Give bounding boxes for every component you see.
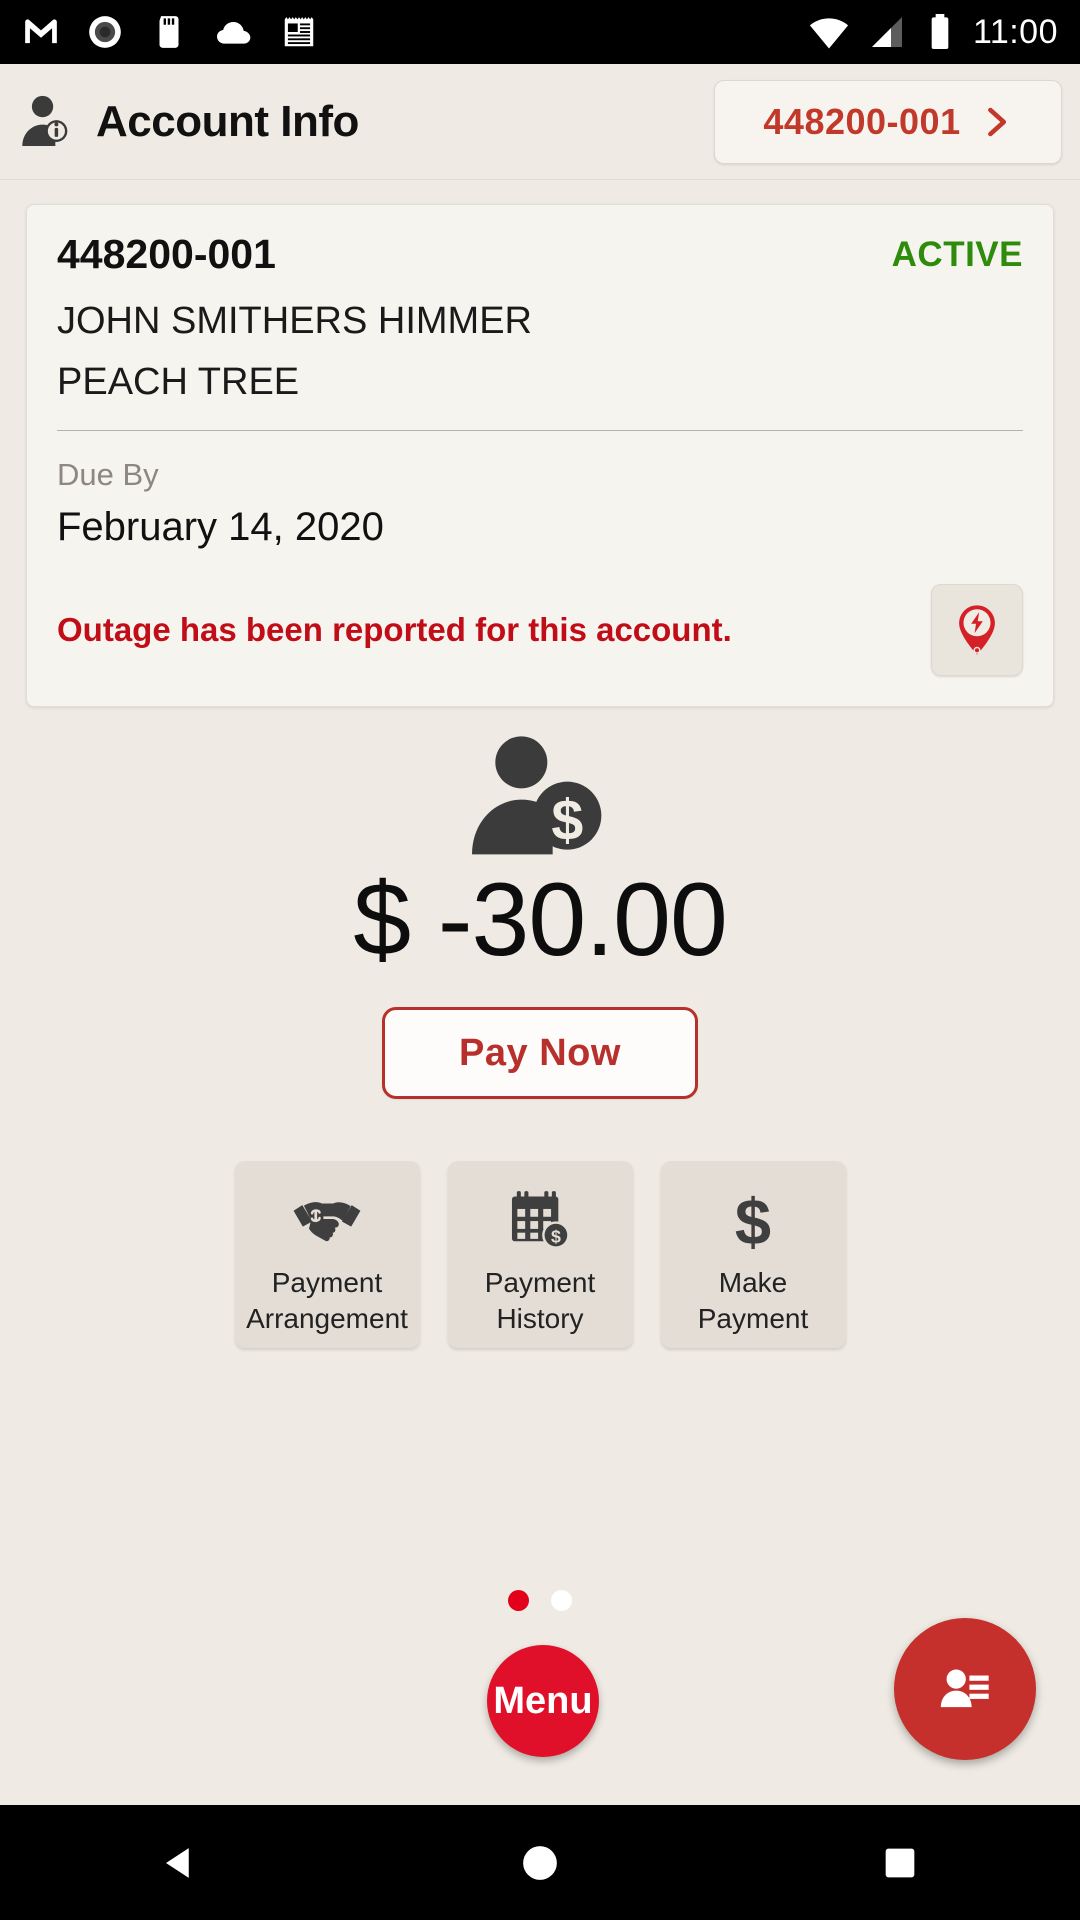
balance-section: $ $ -30.00 Pay Now	[0, 730, 1080, 1100]
status-bar-left-icons	[22, 12, 318, 52]
account-selector-chip[interactable]: 448200-001	[714, 79, 1062, 164]
tile-label-line1: Make	[718, 1267, 788, 1298]
chevron-right-icon	[987, 107, 1006, 136]
quick-actions: Payment Arrangement $ Payment History $ …	[0, 1161, 1080, 1348]
tile-label-line2: Payment	[697, 1302, 809, 1334]
pager-dots	[0, 1590, 1080, 1611]
tile-make-payment[interactable]: $ Make Payment	[660, 1161, 846, 1348]
card-divider	[57, 430, 1023, 431]
tile-label-line1: Payment	[484, 1267, 596, 1298]
customer-name: JOHN SMITHERS HIMMER	[57, 300, 532, 342]
handshake-icon	[293, 1202, 361, 1242]
tile-payment-arrangement[interactable]: Payment Arrangement	[234, 1161, 420, 1348]
contact-fab[interactable]	[894, 1618, 1036, 1760]
gmail-icon	[25, 19, 57, 44]
news-icon	[284, 17, 314, 47]
nav-home-button[interactable]	[450, 1805, 630, 1920]
cloud-icon	[217, 22, 251, 44]
outage-message: Outage has been reported for this accoun…	[57, 611, 732, 648]
svg-text:$: $	[551, 1227, 561, 1247]
svg-text:$: $	[551, 789, 583, 853]
menu-fab[interactable]: Menu	[487, 1645, 599, 1757]
tile-icon-wrap: $	[507, 1185, 573, 1255]
pay-now-label: Pay Now	[459, 1031, 621, 1074]
account-summary-card[interactable]: 448200-001 ACTIVE JOHN SMITHERS HIMMER P…	[26, 204, 1054, 707]
due-by-date: February 14, 2020	[57, 505, 384, 549]
pager-dot-inactive[interactable]	[551, 1590, 572, 1611]
tile-icon-wrap: $	[728, 1185, 778, 1255]
status-badge: ACTIVE	[891, 234, 1023, 274]
account-number: 448200-001	[57, 231, 276, 277]
tile-label: Payment Arrangement	[246, 1265, 408, 1337]
balance-amount: $ -30.00	[353, 862, 728, 978]
outage-report-button[interactable]	[931, 584, 1023, 676]
tile-label: Make Payment	[698, 1265, 809, 1337]
account-card-header: 448200-001 ACTIVE	[57, 231, 1023, 278]
account-info-icon	[22, 95, 68, 146]
tile-payment-history[interactable]: $ Payment History	[447, 1161, 633, 1348]
back-triangle-icon	[166, 1847, 189, 1878]
tile-label: Payment History	[485, 1265, 596, 1337]
app-screen: 11:00 Account Info 448200-001 448200-001	[0, 0, 1080, 1920]
recents-square-icon	[885, 1848, 915, 1877]
tile-icon-wrap	[291, 1185, 363, 1255]
account-selector-label: 448200-001	[763, 100, 961, 142]
service-address: PEACH TREE	[57, 361, 300, 403]
due-by-label: Due By	[57, 457, 159, 492]
tile-label-line1: Payment	[271, 1267, 383, 1298]
status-bar: 11:00	[0, 0, 1080, 64]
system-nav-bar	[0, 1805, 1080, 1920]
nav-recents-button[interactable]	[810, 1805, 990, 1920]
home-circle-icon	[523, 1845, 557, 1880]
menu-fab-label: Menu	[493, 1679, 593, 1722]
status-bar-right-icons: 11:00	[807, 10, 1058, 54]
app-bar: Account Info 448200-001	[0, 64, 1080, 180]
pager-dot-active[interactable]	[508, 1590, 529, 1611]
sd-card-icon	[159, 16, 179, 48]
contact-card-icon	[940, 1669, 989, 1708]
status-bar-clock: 11:00	[972, 13, 1058, 51]
tile-label-line2: Arrangement	[246, 1302, 408, 1334]
tile-label-line2: History	[496, 1302, 584, 1334]
battery-icon	[931, 14, 949, 49]
pay-now-button[interactable]: Pay Now	[382, 1007, 698, 1100]
cellular-signal-icon	[871, 17, 902, 47]
app-bar-title-group: Account Info	[18, 90, 359, 154]
page-title: Account Info	[96, 96, 359, 146]
nav-back-button[interactable]	[90, 1805, 270, 1920]
balance-icon-wrap: $	[0, 730, 1080, 860]
calendar-dollar-icon: $	[511, 1191, 570, 1249]
svg-text:$: $	[735, 1186, 771, 1254]
record-icon	[89, 16, 121, 48]
outage-row: Outage has been reported for this accoun…	[57, 584, 1023, 676]
outage-pin-icon	[959, 605, 995, 655]
wifi-icon	[809, 18, 849, 49]
dollar-sign-icon: $	[735, 1186, 771, 1254]
customer-balance-icon: $	[472, 736, 602, 855]
